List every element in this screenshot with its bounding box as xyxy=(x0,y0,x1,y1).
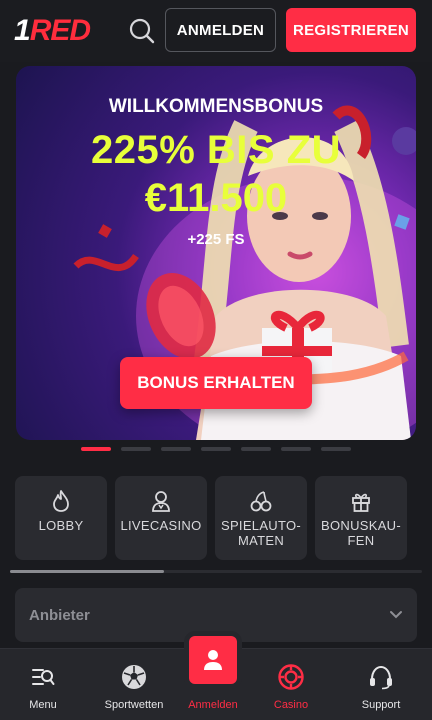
gift-icon xyxy=(352,493,370,512)
top-header: 1RED ANMELDEN REGISTRIEREN xyxy=(0,0,432,62)
category-lobby[interactable]: LOBBY xyxy=(15,476,107,560)
carousel-dot[interactable] xyxy=(121,447,151,451)
login-button[interactable]: ANMELDEN xyxy=(165,8,276,52)
nav-label: Sportwetten xyxy=(104,699,164,711)
nav-label: Casino xyxy=(273,699,309,711)
category-bonus-buy[interactable]: BONUSKAU- FEN xyxy=(315,476,407,560)
carousel-dot[interactable] xyxy=(161,447,191,451)
carousel-dot[interactable] xyxy=(281,447,311,451)
search-icon xyxy=(129,18,155,44)
category-label: LOBBY xyxy=(38,518,84,533)
category-slots[interactable]: SPIELAUTO- MATEN xyxy=(215,476,307,560)
promo-free-spins: +225 FS xyxy=(187,231,245,248)
logo-number: 1 xyxy=(14,14,31,47)
headset-icon xyxy=(370,665,392,690)
category-label: SPIELAUTO- MATEN xyxy=(220,518,302,548)
casino-chip-icon xyxy=(278,664,304,690)
nav-label: Anmelden xyxy=(188,699,238,711)
carousel-dot[interactable] xyxy=(201,447,231,451)
chevron-down-icon xyxy=(390,611,402,619)
nav-menu[interactable]: Menu xyxy=(0,649,86,720)
carousel-dot[interactable] xyxy=(81,447,111,451)
tiles-scrollbar-thumb[interactable] xyxy=(10,570,164,573)
category-label: BONUSKAU- FEN xyxy=(321,518,401,548)
get-bonus-button[interactable]: BONUS ERHALTEN xyxy=(120,357,312,409)
logo-word: RED xyxy=(29,14,91,47)
provider-select-label: Anbieter xyxy=(29,606,90,624)
promo-banner[interactable]: WILLKOMMENSBONUS 225% BIS ZU €11.500 +22… xyxy=(16,66,416,440)
menu-search-icon xyxy=(32,669,55,685)
nav-sports[interactable]: Sportwetten xyxy=(91,649,177,720)
carousel-dot[interactable] xyxy=(241,447,271,451)
carousel-indicators xyxy=(81,447,351,451)
register-button[interactable]: REGISTRIEREN xyxy=(286,8,416,52)
cherries-icon xyxy=(250,491,272,512)
promo-eyebrow: WILLKOMMENSBONUS xyxy=(108,96,324,117)
search-button[interactable] xyxy=(124,13,160,49)
category-livecasino[interactable]: LIVECASINO xyxy=(115,476,207,560)
nav-label: Menu xyxy=(29,699,57,711)
user-icon xyxy=(204,650,222,670)
nav-casino[interactable]: Casino xyxy=(248,649,334,720)
brand-logo[interactable]: 1RED xyxy=(14,14,91,48)
nav-label: Support xyxy=(361,699,401,711)
category-label: LIVECASINO xyxy=(120,518,202,533)
category-tiles: LOBBY LIVECASINO SPIELAUTO- MATEN BONUSK… xyxy=(15,476,432,560)
nav-support[interactable]: Support xyxy=(338,649,424,720)
dealer-icon xyxy=(152,491,170,512)
promo-headline: 225% BIS ZU xyxy=(90,128,342,172)
carousel-dot[interactable] xyxy=(321,447,351,451)
login-fab[interactable] xyxy=(189,636,237,684)
flame-icon xyxy=(53,490,69,512)
soccer-ball-icon xyxy=(122,665,146,689)
provider-select[interactable]: Anbieter xyxy=(15,588,417,642)
promo-amount: €11.500 xyxy=(144,176,288,220)
